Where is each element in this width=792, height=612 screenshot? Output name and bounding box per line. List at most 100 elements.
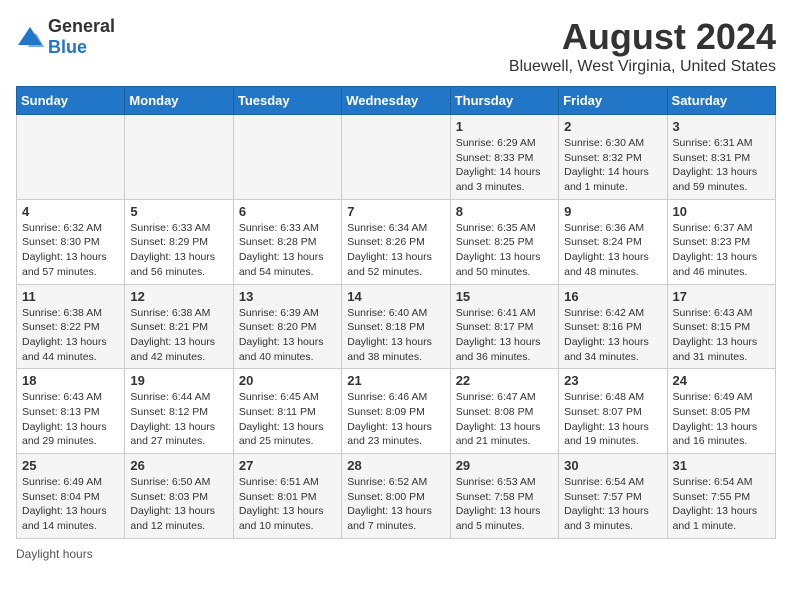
- calendar-week-row: 1 Sunrise: 6:29 AM Sunset: 8:33 PM Daylig…: [17, 115, 776, 200]
- day-number: 20: [239, 373, 336, 388]
- day-number: 10: [673, 204, 770, 219]
- main-title: August 2024: [509, 16, 776, 58]
- calendar-cell: 22 Sunrise: 6:47 AM Sunset: 8:08 PM Dayli…: [450, 369, 558, 454]
- calendar-cell: 2 Sunrise: 6:30 AM Sunset: 8:32 PM Daylig…: [559, 115, 667, 200]
- calendar-cell: 28 Sunrise: 6:52 AM Sunset: 8:00 PM Dayli…: [342, 454, 450, 539]
- day-number: 22: [456, 373, 553, 388]
- calendar-cell: 23 Sunrise: 6:48 AM Sunset: 8:07 PM Dayli…: [559, 369, 667, 454]
- day-info: Sunrise: 6:51 AM Sunset: 8:01 PM Dayligh…: [239, 475, 336, 534]
- calendar-cell: 8Sunrise: 6:35 AM Sunset: 8:25 PM Daylig…: [450, 199, 558, 284]
- day-info: Sunrise: 6:31 AM Sunset: 8:31 PM Dayligh…: [673, 136, 770, 195]
- day-info: Sunrise: 6:52 AM Sunset: 8:00 PM Dayligh…: [347, 475, 444, 534]
- day-number: 23: [564, 373, 661, 388]
- calendar-cell: 26 Sunrise: 6:50 AM Sunset: 8:03 PM Dayli…: [125, 454, 233, 539]
- logo: General Blue: [16, 16, 115, 58]
- calendar-cell: 16 Sunrise: 6:42 AM Sunset: 8:16 PM Dayli…: [559, 284, 667, 369]
- day-number: 25: [22, 458, 119, 473]
- day-info: Sunrise: 6:50 AM Sunset: 8:03 PM Dayligh…: [130, 475, 227, 534]
- calendar-cell: 9 Sunrise: 6:36 AM Sunset: 8:24 PM Daylig…: [559, 199, 667, 284]
- calendar-cell: 18 Sunrise: 6:43 AM Sunset: 8:13 PM Dayli…: [17, 369, 125, 454]
- day-number: 18: [22, 373, 119, 388]
- day-number: 24: [673, 373, 770, 388]
- day-number: 13: [239, 289, 336, 304]
- day-info: Sunrise: 6:54 AM Sunset: 7:55 PM Dayligh…: [673, 475, 770, 534]
- footer-note: Daylight hours: [16, 547, 776, 561]
- calendar-header: SundayMondayTuesdayWednesdayThursdayFrid…: [17, 87, 776, 115]
- header-day: Wednesday: [342, 87, 450, 115]
- calendar-cell: 31 Sunrise: 6:54 AM Sunset: 7:55 PM Dayli…: [667, 454, 775, 539]
- calendar-cell: 12Sunrise: 6:38 AM Sunset: 8:21 PM Dayli…: [125, 284, 233, 369]
- footer-text: Daylight hours: [16, 547, 93, 561]
- day-info: Sunrise: 6:47 AM Sunset: 8:08 PM Dayligh…: [456, 390, 553, 449]
- day-number: 27: [239, 458, 336, 473]
- calendar-cell: 24 Sunrise: 6:49 AM Sunset: 8:05 PM Dayli…: [667, 369, 775, 454]
- calendar-cell: 1 Sunrise: 6:29 AM Sunset: 8:33 PM Daylig…: [450, 115, 558, 200]
- header-day: Monday: [125, 87, 233, 115]
- day-info: Sunrise: 6:29 AM Sunset: 8:33 PM Dayligh…: [456, 136, 553, 195]
- day-info: Sunrise: 6:36 AM Sunset: 8:24 PM Dayligh…: [564, 221, 661, 280]
- day-number: 31: [673, 458, 770, 473]
- calendar-week-row: 4 Sunrise: 6:32 AM Sunset: 8:30 PM Daylig…: [17, 199, 776, 284]
- day-info: Sunrise: 6:33 AM Sunset: 8:29 PM Dayligh…: [130, 221, 227, 280]
- day-number: 5: [130, 204, 227, 219]
- day-info: Sunrise: 6:37 AM Sunset: 8:23 PM Dayligh…: [673, 221, 770, 280]
- day-number: 15: [456, 289, 553, 304]
- day-number: 2: [564, 119, 661, 134]
- day-info: Sunrise: 6:30 AM Sunset: 8:32 PM Dayligh…: [564, 136, 661, 195]
- calendar-cell: 19 Sunrise: 6:44 AM Sunset: 8:12 PM Dayli…: [125, 369, 233, 454]
- calendar-cell: [125, 115, 233, 200]
- day-number: 14: [347, 289, 444, 304]
- day-number: 17: [673, 289, 770, 304]
- calendar-body: 1 Sunrise: 6:29 AM Sunset: 8:33 PM Daylig…: [17, 115, 776, 539]
- day-number: 6: [239, 204, 336, 219]
- day-info: Sunrise: 6:46 AM Sunset: 8:09 PM Dayligh…: [347, 390, 444, 449]
- day-info: Sunrise: 6:49 AM Sunset: 8:05 PM Dayligh…: [673, 390, 770, 449]
- day-info: Sunrise: 6:32 AM Sunset: 8:30 PM Dayligh…: [22, 221, 119, 280]
- logo-text: General Blue: [48, 16, 115, 58]
- calendar-cell: 14 Sunrise: 6:40 AM Sunset: 8:18 PM Dayli…: [342, 284, 450, 369]
- day-info: Sunrise: 6:40 AM Sunset: 8:18 PM Dayligh…: [347, 306, 444, 365]
- calendar-cell: 6 Sunrise: 6:33 AM Sunset: 8:28 PM Daylig…: [233, 199, 341, 284]
- day-number: 4: [22, 204, 119, 219]
- day-number: 8: [456, 204, 553, 219]
- day-number: 1: [456, 119, 553, 134]
- day-info: Sunrise: 6:42 AM Sunset: 8:16 PM Dayligh…: [564, 306, 661, 365]
- header-row: SundayMondayTuesdayWednesdayThursdayFrid…: [17, 87, 776, 115]
- day-number: 26: [130, 458, 227, 473]
- calendar-cell: 29Sunrise: 6:53 AM Sunset: 7:58 PM Dayli…: [450, 454, 558, 539]
- day-info: Sunrise: 6:49 AM Sunset: 8:04 PM Dayligh…: [22, 475, 119, 534]
- header-day: Friday: [559, 87, 667, 115]
- day-info: Sunrise: 6:54 AM Sunset: 7:57 PM Dayligh…: [564, 475, 661, 534]
- calendar-cell: [233, 115, 341, 200]
- calendar-week-row: 25 Sunrise: 6:49 AM Sunset: 8:04 PM Dayli…: [17, 454, 776, 539]
- day-info: Sunrise: 6:34 AM Sunset: 8:26 PM Dayligh…: [347, 221, 444, 280]
- calendar-cell: 20Sunrise: 6:45 AM Sunset: 8:11 PM Dayli…: [233, 369, 341, 454]
- day-info: Sunrise: 6:44 AM Sunset: 8:12 PM Dayligh…: [130, 390, 227, 449]
- calendar-cell: 3 Sunrise: 6:31 AM Sunset: 8:31 PM Daylig…: [667, 115, 775, 200]
- day-info: Sunrise: 6:48 AM Sunset: 8:07 PM Dayligh…: [564, 390, 661, 449]
- calendar-cell: 7 Sunrise: 6:34 AM Sunset: 8:26 PM Daylig…: [342, 199, 450, 284]
- day-info: Sunrise: 6:43 AM Sunset: 8:15 PM Dayligh…: [673, 306, 770, 365]
- day-number: 28: [347, 458, 444, 473]
- logo-icon: [16, 25, 44, 49]
- day-number: 16: [564, 289, 661, 304]
- day-info: Sunrise: 6:43 AM Sunset: 8:13 PM Dayligh…: [22, 390, 119, 449]
- day-number: 9: [564, 204, 661, 219]
- day-number: 19: [130, 373, 227, 388]
- calendar-cell: 17 Sunrise: 6:43 AM Sunset: 8:15 PM Dayli…: [667, 284, 775, 369]
- calendar-cell: 30Sunrise: 6:54 AM Sunset: 7:57 PM Dayli…: [559, 454, 667, 539]
- calendar-cell: 25 Sunrise: 6:49 AM Sunset: 8:04 PM Dayli…: [17, 454, 125, 539]
- calendar-cell: 21 Sunrise: 6:46 AM Sunset: 8:09 PM Dayli…: [342, 369, 450, 454]
- day-info: Sunrise: 6:33 AM Sunset: 8:28 PM Dayligh…: [239, 221, 336, 280]
- day-info: Sunrise: 6:41 AM Sunset: 8:17 PM Dayligh…: [456, 306, 553, 365]
- calendar-cell: 11Sunrise: 6:38 AM Sunset: 8:22 PM Dayli…: [17, 284, 125, 369]
- day-number: 12: [130, 289, 227, 304]
- calendar-cell: 10 Sunrise: 6:37 AM Sunset: 8:23 PM Dayli…: [667, 199, 775, 284]
- title-area: August 2024 Bluewell, West Virginia, Uni…: [509, 16, 776, 76]
- day-number: 21: [347, 373, 444, 388]
- day-number: 3: [673, 119, 770, 134]
- day-info: Sunrise: 6:39 AM Sunset: 8:20 PM Dayligh…: [239, 306, 336, 365]
- header-day: Tuesday: [233, 87, 341, 115]
- calendar-cell: [17, 115, 125, 200]
- day-number: 7: [347, 204, 444, 219]
